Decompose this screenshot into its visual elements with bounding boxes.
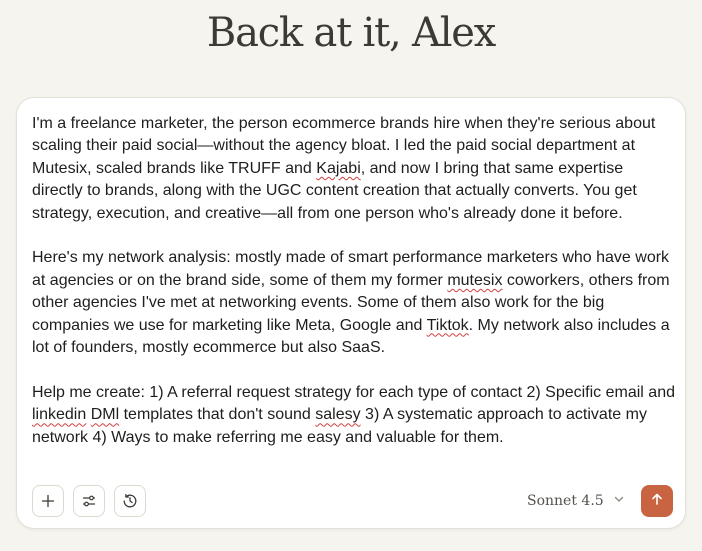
model-selector[interactable]: Sonnet 4.5 (527, 489, 625, 513)
prompt-paragraph-1: I'm a freelance marketer, the person eco… (32, 113, 677, 225)
prompt-paragraph-3: Help me create: 1) A referral request st… (32, 382, 677, 449)
greeting-title: Back at it, Alex (206, 10, 496, 56)
prompt-text-segment: templates that don't sound (119, 406, 316, 424)
arrow-up-icon (650, 492, 664, 511)
message-composer[interactable]: I'm a freelance marketer, the person eco… (16, 97, 686, 529)
plus-icon (40, 493, 56, 509)
tools-button[interactable] (73, 485, 105, 517)
history-clock-icon (121, 492, 139, 510)
misspelled-word[interactable]: salesy (315, 406, 360, 423)
misspelled-word[interactable]: Tiktok (427, 317, 469, 334)
page: Back at it, Alex I'm a freelance markete… (0, 0, 702, 551)
prompt-paragraph-2: Here's my network analysis: mostly made … (32, 247, 677, 359)
model-label: Sonnet 4.5 (527, 493, 604, 509)
chevron-down-icon (613, 493, 625, 509)
sliders-icon (81, 493, 97, 509)
misspelled-word[interactable]: linkedin (32, 406, 86, 423)
add-attachment-button[interactable] (32, 485, 64, 517)
misspelled-word[interactable]: mutesix (447, 272, 502, 289)
send-button[interactable] (641, 485, 673, 517)
misspelled-word[interactable]: DMl (91, 406, 119, 423)
history-button[interactable] (114, 485, 146, 517)
misspelled-word[interactable]: Kajabi (316, 160, 360, 177)
prompt-text-segment: Help me create: 1) A referral request st… (32, 383, 675, 401)
prompt-input[interactable]: I'm a freelance marketer, the person eco… (32, 113, 677, 449)
